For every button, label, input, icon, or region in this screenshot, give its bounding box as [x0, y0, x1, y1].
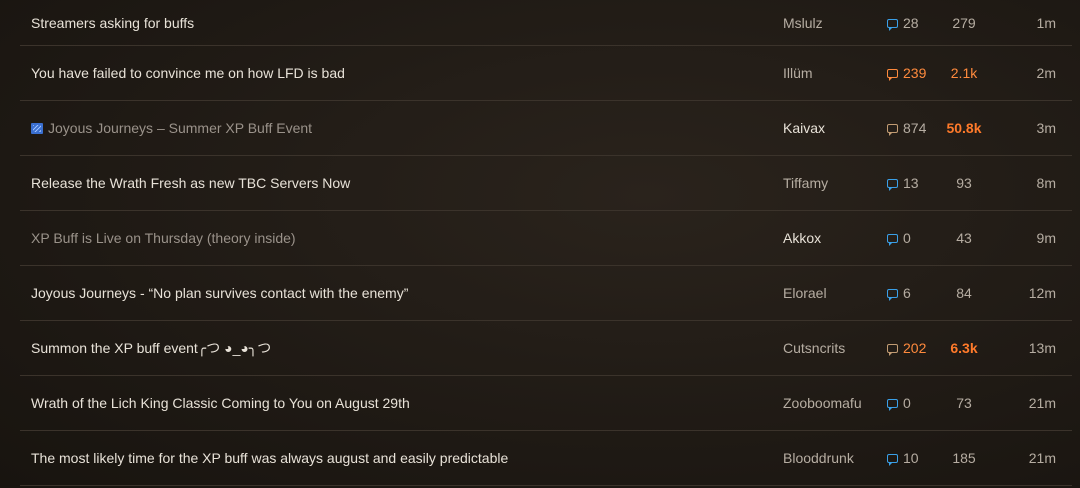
- topic-title[interactable]: XP Buff is Live on Thursday (theory insi…: [31, 230, 296, 246]
- activity-age[interactable]: 3m: [1037, 120, 1056, 136]
- topic-row[interactable]: You have failed to convince me on how LF…: [20, 46, 1072, 101]
- activity-age[interactable]: 21m: [1029, 450, 1056, 466]
- topic-row[interactable]: Streamers asking for buffs Mslulz 28 279…: [20, 0, 1072, 46]
- topic-author[interactable]: Kaivax: [783, 120, 825, 136]
- reply-bubble-icon: [887, 179, 898, 191]
- topic-row[interactable]: The most likely time for the XP buff was…: [20, 431, 1072, 486]
- reply-count: 0: [887, 395, 911, 411]
- reply-bubble-icon: [887, 124, 898, 136]
- reply-count-value: 202: [903, 340, 927, 356]
- reply-count: 874: [887, 120, 926, 136]
- activity-age[interactable]: 1m: [1037, 15, 1056, 31]
- topic-row[interactable]: Joyous Journeys – Summer XP Buff Event K…: [20, 101, 1072, 156]
- view-count: 6.3k: [950, 340, 978, 356]
- topic-title[interactable]: Wrath of the Lich King Classic Coming to…: [31, 395, 410, 411]
- topic-title[interactable]: Joyous Journeys - “No plan survives cont…: [31, 285, 408, 301]
- topic-author[interactable]: Mslulz: [783, 15, 823, 31]
- view-count: 50.8k: [946, 120, 982, 136]
- reply-count: 6: [887, 285, 911, 301]
- view-count: 2.1k: [950, 65, 978, 81]
- reply-bubble-icon: [887, 69, 898, 81]
- topic-title[interactable]: The most likely time for the XP buff was…: [31, 450, 508, 466]
- topic-row[interactable]: Summon the XP buff event╭つ ◕_◕╮つ Cutsncr…: [20, 321, 1072, 376]
- activity-age[interactable]: 13m: [1029, 340, 1056, 356]
- topic-title[interactable]: You have failed to convince me on how LF…: [31, 65, 345, 81]
- reply-count: 0: [887, 230, 911, 246]
- view-count: 93: [956, 175, 972, 191]
- activity-age[interactable]: 9m: [1037, 230, 1056, 246]
- topic-row[interactable]: Joyous Journeys - “No plan survives cont…: [20, 266, 1072, 321]
- topic-title[interactable]: Joyous Journeys – Summer XP Buff Event: [31, 120, 312, 136]
- blizzard-tracker-icon: [31, 123, 43, 134]
- reply-count: 13: [887, 175, 919, 191]
- activity-age[interactable]: 2m: [1037, 65, 1056, 81]
- view-count: 43: [956, 230, 972, 246]
- reply-bubble-icon: [887, 234, 898, 246]
- reply-bubble-icon: [887, 454, 898, 466]
- activity-age[interactable]: 21m: [1029, 395, 1056, 411]
- topic-list: Streamers asking for buffs Mslulz 28 279…: [0, 0, 1080, 488]
- topic-row[interactable]: Release the Wrath Fresh as new TBC Serve…: [20, 156, 1072, 211]
- reply-count: 202: [887, 340, 926, 356]
- topic-title[interactable]: Release the Wrath Fresh as new TBC Serve…: [31, 175, 350, 191]
- view-count: 73: [956, 395, 972, 411]
- topic-author[interactable]: Blooddrunk: [783, 450, 854, 466]
- reply-count-value: 10: [903, 450, 919, 466]
- topic-title[interactable]: Streamers asking for buffs: [31, 15, 194, 31]
- reply-count: 10: [887, 450, 919, 466]
- reply-count-value: 874: [903, 120, 927, 136]
- activity-age[interactable]: 12m: [1029, 285, 1056, 301]
- reply-count-value: 28: [903, 14, 919, 31]
- topic-author[interactable]: Zooboomafu: [783, 395, 862, 411]
- topic-author[interactable]: Illüm: [783, 65, 813, 81]
- reply-count: 239: [887, 65, 926, 81]
- view-count: 84: [956, 285, 972, 301]
- topic-author[interactable]: Elorael: [783, 285, 827, 301]
- activity-age[interactable]: 8m: [1037, 175, 1056, 191]
- reply-count-value: 0: [903, 395, 911, 411]
- topic-row[interactable]: XP Buff is Live on Thursday (theory insi…: [20, 211, 1072, 266]
- topic-author[interactable]: Tiffamy: [783, 175, 828, 191]
- view-count: 279: [952, 14, 976, 31]
- reply-count: 28: [887, 15, 919, 31]
- reply-count-value: 6: [903, 285, 911, 301]
- reply-bubble-icon: [887, 289, 898, 301]
- topic-rows: Streamers asking for buffs Mslulz 28 279…: [20, 0, 1072, 486]
- reply-count-value: 13: [903, 175, 919, 191]
- reply-bubble-icon: [887, 399, 898, 411]
- topic-author[interactable]: Cutsncrits: [783, 340, 845, 356]
- reply-count-value: 0: [903, 230, 911, 246]
- reply-count-value: 239: [903, 65, 927, 81]
- view-count: 185: [952, 450, 976, 466]
- topic-title[interactable]: Summon the XP buff event╭つ ◕_◕╮つ: [31, 338, 271, 358]
- topic-row[interactable]: Wrath of the Lich King Classic Coming to…: [20, 376, 1072, 431]
- reply-bubble-icon: [887, 344, 898, 356]
- reply-bubble-icon: [887, 18, 898, 31]
- topic-author[interactable]: Akkox: [783, 230, 821, 246]
- topic-title-text: Joyous Journeys – Summer XP Buff Event: [48, 120, 313, 136]
